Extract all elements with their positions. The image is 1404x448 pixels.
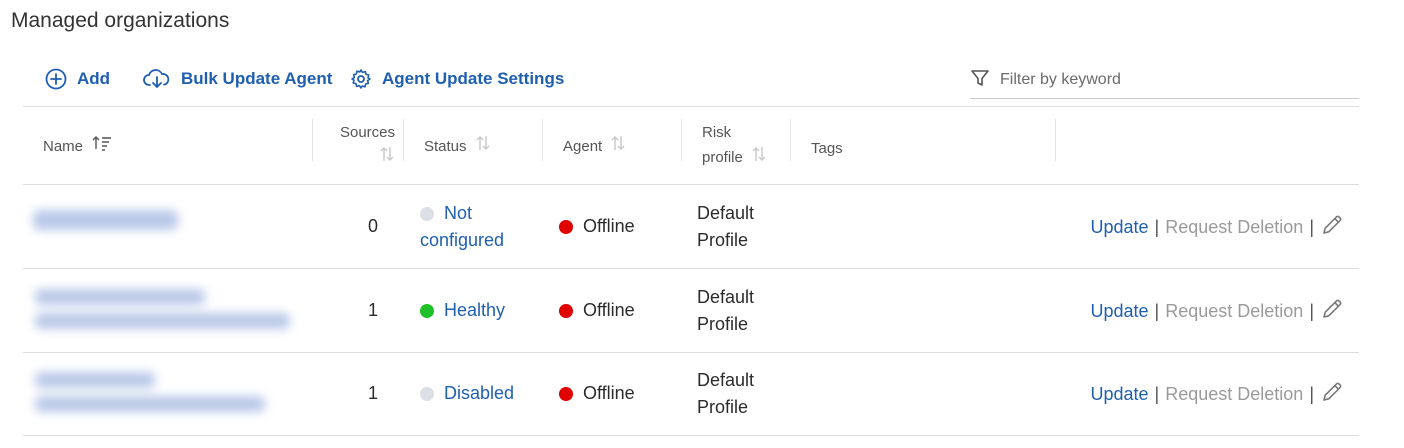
status-link[interactable]: Disabled [444,383,514,403]
risk-profile-line1: Default [697,203,755,223]
column-header-risk-profile[interactable]: Risk profile [702,120,767,171]
table-row[interactable]: 0 Not configured Offline Default Profile… [23,185,1359,269]
bulk-update-agent-label: Bulk Update Agent [181,69,333,88]
status-link[interactable]: Not [444,203,472,223]
column-separator [312,119,313,161]
status-dot-icon [420,304,434,319]
action-separator: | [1309,217,1314,237]
risk-profile-line1: Default [697,370,755,390]
row-actions: Update | Request Deletion | [1090,297,1344,326]
risk-profile-line2: Profile [697,314,749,334]
status-dot-icon [420,207,434,222]
sort-ascending-icon[interactable] [91,134,113,160]
toolbar: Add Bulk Update Agent Agent Update Setti… [23,62,1359,107]
bulk-update-agent-button[interactable]: Bulk Update Agent [143,68,332,90]
pencil-icon[interactable] [1320,380,1344,409]
action-separator: | [1154,301,1160,321]
organization-name[interactable] [35,372,265,420]
sources-count: 1 [367,300,378,320]
column-separator [681,119,682,161]
status-cell: Not configured [420,200,504,254]
sources-count: 1 [367,383,378,403]
agent-update-settings-label: Agent Update Settings [382,69,565,88]
agent-status-dot-icon [559,220,573,235]
column-separator [403,119,404,161]
gear-icon [350,68,372,90]
update-link[interactable]: Update [1090,301,1148,322]
action-separator: | [1154,384,1160,404]
column-header-agent[interactable]: Agent [563,134,626,160]
agent-status: Offline [583,300,635,320]
column-separator [542,119,543,161]
page-title: Managed organizations [11,9,230,32]
risk-profile-cell: Default Profile [697,367,754,421]
request-deletion-link[interactable]: Request Deletion [1165,301,1303,322]
row-actions: Update | Request Deletion | [1090,380,1344,409]
column-header-tags: Tags [811,140,843,157]
risk-profile-line2: Profile [697,397,749,417]
column-separator [1055,119,1056,161]
sort-icon[interactable] [610,134,626,160]
cloud-download-icon [143,68,171,90]
risk-profile-cell: Default Profile [697,284,754,338]
agent-status-dot-icon [559,387,573,402]
add-button-label: Add [77,69,111,88]
risk-profile-cell: Default Profile [697,200,754,254]
row-actions: Update | Request Deletion | [1090,213,1344,242]
agent-cell: Offline [559,380,635,407]
request-deletion-link[interactable]: Request Deletion [1165,384,1303,405]
agent-status: Offline [583,216,635,236]
pencil-icon[interactable] [1320,297,1344,326]
sort-icon[interactable] [335,145,395,171]
pencil-icon[interactable] [1320,213,1344,242]
filter-icon [970,68,990,93]
add-button[interactable]: Add [45,68,110,90]
organization-name[interactable] [35,289,290,337]
table-row[interactable]: 1 Disabled Offline Default Profile Updat… [23,352,1359,436]
status-cell: Disabled [420,380,514,407]
agent-update-settings-button[interactable]: Agent Update Settings [350,68,564,90]
column-header-risk-profile-label-2: profile [702,149,743,166]
column-header-agent-label: Agent [563,138,603,155]
filter-input[interactable] [998,70,1342,90]
sort-icon[interactable] [475,134,491,160]
status-dot-icon [420,387,434,402]
column-header-sources[interactable]: Sources [335,120,395,171]
column-separator [790,119,791,161]
column-header-name-label: Name [43,138,84,155]
status-link-line2[interactable]: configured [420,227,504,254]
agent-cell: Offline [559,297,635,324]
agent-cell: Offline [559,213,635,240]
table-header: Name Sources Status Agent Risk profile T… [23,106,1359,185]
plus-circle-icon [45,68,67,90]
action-separator: | [1309,384,1314,404]
column-header-sources-label: Sources [339,124,395,141]
status-cell: Healthy [420,297,505,324]
agent-status: Offline [583,383,635,403]
table-row[interactable]: 1 Healthy Offline Default Profile Update… [23,269,1359,353]
filter-box [970,62,1359,99]
risk-profile-line2: Profile [697,230,749,250]
action-separator: | [1154,217,1160,237]
column-header-risk-profile-label: Risk [702,124,732,141]
update-link[interactable]: Update [1090,217,1148,238]
risk-profile-line1: Default [697,287,755,307]
action-separator: | [1309,301,1314,321]
sort-icon[interactable] [751,145,767,171]
organization-name[interactable] [33,210,178,238]
request-deletion-link[interactable]: Request Deletion [1165,217,1303,238]
column-header-name[interactable]: Name [43,134,113,160]
agent-status-dot-icon [559,304,573,319]
update-link[interactable]: Update [1090,384,1148,405]
column-header-status-label: Status [424,138,467,155]
column-header-status[interactable]: Status [424,134,491,160]
sources-count: 0 [367,216,378,236]
status-link[interactable]: Healthy [444,300,505,320]
